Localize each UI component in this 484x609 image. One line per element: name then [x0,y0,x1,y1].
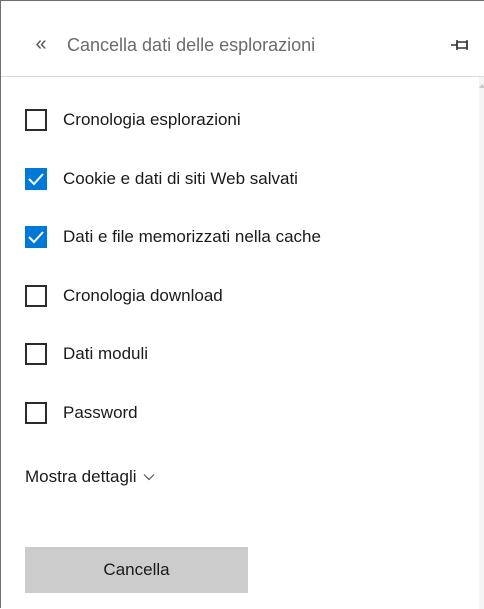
checkbox-checked[interactable] [25,167,47,190]
scroll-up-arrow-icon[interactable] [479,83,484,89]
checkbox-label: Cronologia esplorazioni [63,110,241,129]
checkbox-label: Dati e file memorizzati nella cache [63,227,321,246]
panel-title: Cancella dati delle esplorazioni [67,35,316,55]
clear-button-label: Cancella [103,560,170,579]
checkbox-unchecked[interactable] [25,401,47,424]
clear-button[interactable]: Cancella [25,547,248,593]
pin-icon [451,40,468,50]
show-details-label: Mostra dettagli [25,467,137,486]
show-details-link[interactable]: Mostra dettagli [25,467,155,487]
checkbox-option[interactable]: Cookie e dati di siti Web salvati [25,165,298,193]
checkbox-option[interactable]: Dati e file memorizzati nella cache [25,223,321,251]
checkmark-icon [28,231,44,244]
scrollbar[interactable] [479,77,484,609]
clear-browsing-data-panel: « Cancella dati delle esplorazioni Crono… [0,0,484,609]
checkbox-unchecked[interactable] [25,284,47,307]
back-button[interactable]: « [29,33,53,57]
checkbox-checked[interactable] [25,226,47,248]
checkbox-option[interactable]: Dati moduli [25,340,148,368]
panel-header: « Cancella dati delle esplorazioni [1,15,484,77]
pin-button[interactable] [449,35,473,55]
checkbox-label: Cookie e dati di siti Web salvati [63,168,298,188]
checkbox-option[interactable]: Cronologia download [25,282,223,310]
double-chevron-left-icon: « [35,33,47,55]
checkbox-unchecked[interactable] [25,109,47,131]
checkbox-option[interactable]: Password [25,399,138,427]
checkbox-option[interactable]: Cronologia esplorazioni [25,106,241,134]
checkbox-unchecked[interactable] [25,343,47,365]
checkbox-label: Password [63,402,138,422]
checkmark-icon [28,172,44,185]
chevron-down-icon [143,474,154,481]
checkbox-label: Dati moduli [63,344,149,363]
checkbox-label: Cronologia download [63,285,223,305]
